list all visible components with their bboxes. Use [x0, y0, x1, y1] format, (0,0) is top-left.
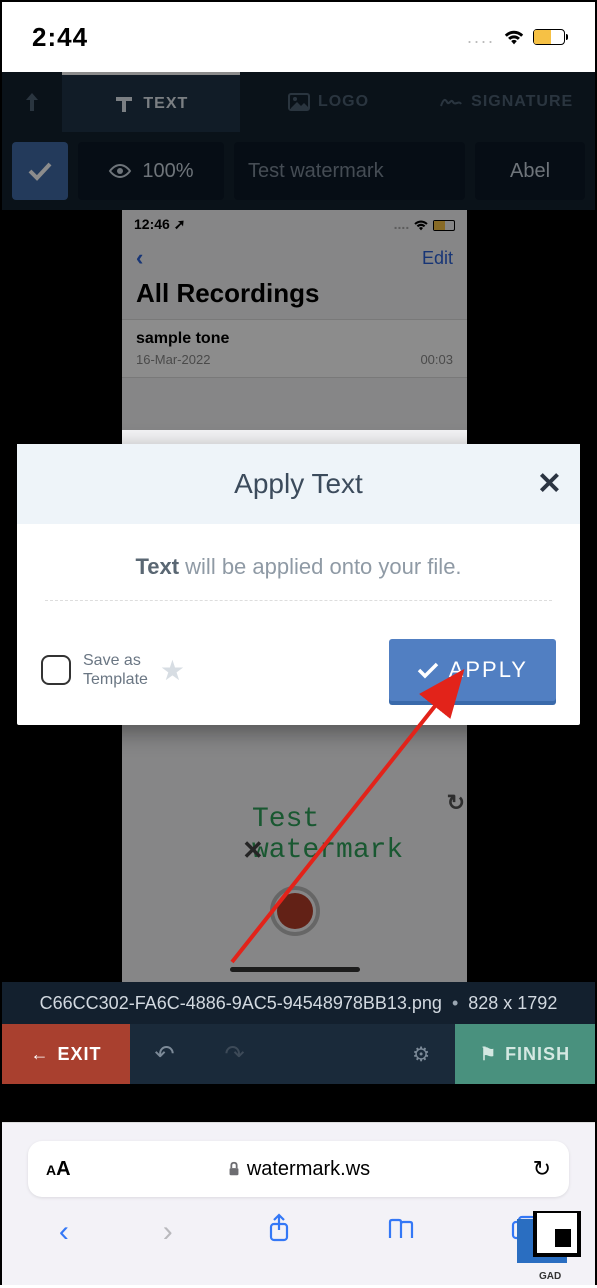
- check-icon: [27, 160, 53, 182]
- save-template-label: Save asTemplate: [83, 651, 148, 689]
- bookmarks-button[interactable]: [386, 1215, 416, 1249]
- close-icon[interactable]: ✕: [537, 467, 562, 502]
- undo-icon: ↶: [154, 1040, 175, 1069]
- action-bar: ← EXIT ↶ ↷ ⚙ ⚑ FINISH: [2, 1024, 595, 1084]
- tab-label: TEXT: [143, 95, 188, 113]
- watermark-text-value: Test watermark: [248, 160, 384, 183]
- url-text: watermark.ws: [227, 1158, 370, 1181]
- tab-text[interactable]: TEXT: [62, 72, 240, 132]
- cell-dots-icon: ....: [467, 27, 495, 48]
- redo-button[interactable]: ↷: [200, 1024, 270, 1084]
- status-icons: ....: [467, 27, 565, 48]
- apply-label: APPLY: [449, 657, 528, 683]
- modal-footer: Save asTemplate ★ APPLY: [17, 621, 580, 725]
- url-bar[interactable]: AA watermark.ws ↻: [28, 1141, 569, 1197]
- divider: [45, 600, 552, 601]
- modal-header: Apply Text ✕: [17, 444, 580, 524]
- watermark-type-tabs: TEXT LOGO SIGNATURE: [2, 72, 595, 132]
- confirm-check-button[interactable]: [12, 142, 68, 200]
- separator: •: [452, 993, 458, 1014]
- device-status-bar: 2:44 ....: [2, 2, 595, 72]
- exit-button[interactable]: ← EXIT: [2, 1024, 130, 1084]
- arrow-up-icon: [23, 90, 41, 114]
- save-template-option[interactable]: Save asTemplate ★: [41, 651, 185, 689]
- opacity-value: 100%: [142, 160, 193, 183]
- text-options-row: 100% Test watermark Abel: [2, 132, 595, 210]
- undo-button[interactable]: ↶: [130, 1024, 200, 1084]
- finish-label: FINISH: [505, 1044, 570, 1065]
- tab-label: SIGNATURE: [471, 93, 573, 111]
- tab-logo[interactable]: LOGO: [240, 72, 418, 132]
- finish-button[interactable]: ⚑ FINISH: [455, 1024, 595, 1084]
- modal-body: Text will be applied onto your file.: [17, 524, 580, 621]
- flag-icon: ⚑: [480, 1044, 497, 1065]
- back-button[interactable]: [2, 72, 62, 132]
- exit-label: EXIT: [57, 1044, 101, 1065]
- modal-message: Text will be applied onto your file.: [45, 554, 552, 580]
- wifi-icon: [503, 28, 525, 46]
- eye-icon: [108, 163, 132, 179]
- signature-icon: [439, 94, 463, 110]
- settings-button[interactable]: ⚙: [270, 1024, 455, 1084]
- gear-icon: ⚙: [412, 1042, 431, 1067]
- safari-chrome: AA watermark.ws ↻ ‹ › GAD: [2, 1122, 595, 1285]
- svg-text:GAD: GAD: [539, 1271, 561, 1282]
- reader-mode-button[interactable]: AA: [46, 1158, 71, 1181]
- status-time: 2:44: [32, 22, 88, 53]
- font-select[interactable]: Abel: [475, 142, 585, 200]
- font-value: Abel: [510, 160, 550, 183]
- star-icon: ★: [160, 654, 185, 687]
- file-dimensions: 828 x 1792: [468, 993, 557, 1014]
- reload-icon[interactable]: ↻: [533, 1156, 551, 1182]
- modal-title: Apply Text: [234, 468, 363, 500]
- nav-back-button[interactable]: ‹: [59, 1215, 69, 1249]
- opacity-control[interactable]: 100%: [78, 142, 224, 200]
- redo-icon: ↷: [224, 1040, 245, 1069]
- nav-forward-button[interactable]: ›: [163, 1215, 173, 1249]
- text-icon: [113, 94, 135, 114]
- app-area: TEXT LOGO SIGNATURE 100% Test watermark …: [2, 72, 595, 1122]
- tab-signature[interactable]: SIGNATURE: [417, 72, 595, 132]
- arrow-left-icon: ←: [30, 1044, 49, 1065]
- filename-bar: C66CC302-FA6C-4886-9AC5-94548978BB13.png…: [2, 982, 595, 1024]
- checkbox[interactable]: [41, 655, 71, 685]
- watermark-text-input[interactable]: Test watermark: [234, 142, 465, 200]
- lock-icon: [227, 1161, 241, 1177]
- apply-button[interactable]: APPLY: [389, 639, 556, 701]
- file-name: C66CC302-FA6C-4886-9AC5-94548978BB13.png: [40, 993, 442, 1014]
- tab-label: LOGO: [318, 93, 369, 111]
- dim-overlay: [2, 210, 595, 430]
- page-logo: GAD: [507, 1211, 589, 1283]
- share-button[interactable]: [266, 1213, 292, 1251]
- dim-overlay: [2, 704, 595, 982]
- image-icon: [288, 93, 310, 111]
- battery-icon: [533, 29, 565, 45]
- apply-text-modal: Apply Text ✕ Text will be applied onto y…: [17, 444, 580, 725]
- check-icon: [417, 661, 439, 679]
